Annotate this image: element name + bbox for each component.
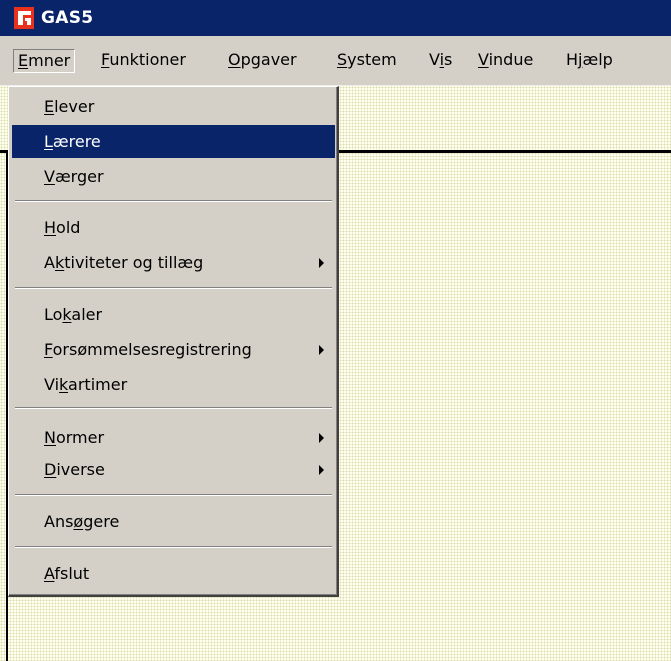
menu-system[interactable]: System [333,49,401,73]
mnemonic: V [44,167,55,186]
menu-separator [15,494,332,496]
menu-separator [15,546,332,548]
menu-item-lokaler[interactable]: Lokaler [12,298,335,331]
mnemonic: ø [73,512,84,531]
mnemonic: N [44,428,56,447]
menu-separator [15,287,332,289]
mnemonic: D [44,460,57,479]
submenu-arrow-icon [319,433,324,443]
menu-item-diverse[interactable]: Diverse [12,453,335,486]
menu-item-elever[interactable]: Elever [12,90,335,123]
submenu-arrow-icon [319,345,324,355]
mnemonic: A [44,564,55,583]
menu-item-forsoemmelsesregistrering[interactable]: Forsømmelsesregistrering [12,333,335,366]
mnemonic: L [44,132,53,151]
mnemonic: E [18,51,29,70]
menu-item-vikartimer[interactable]: Vikartimer [12,368,335,401]
menu-bar: Emner Funktioner Opgaver System Vis Vind… [0,36,671,86]
mnemonic: O [228,50,241,69]
menu-emner[interactable]: Emner [13,49,76,73]
window-title: GAS5 [41,8,94,28]
title-bar: GAS5 [0,0,671,36]
mnemonic: S [337,50,348,69]
menu-funktioner[interactable]: Funktioner [97,49,190,73]
mnemonic: V [478,50,489,69]
menu-item-normer[interactable]: Normer [12,421,335,454]
menu-item-aktiviteter-og-tillaeg[interactable]: Aktiviteter og tillæg [12,246,335,279]
emner-dropdown-menu: Elever Lærere Værger Hold Aktiviteter og… [8,86,339,597]
mnemonic: F [44,340,53,359]
mnemonic: k [54,253,65,272]
menu-item-afslut[interactable]: Afslut [12,557,335,590]
menu-item-hold[interactable]: Hold [12,211,335,244]
menu-item-vaerger[interactable]: Værger [12,160,335,193]
menu-separator [15,407,332,409]
mnemonic: k [59,375,69,394]
gas-logo-icon [14,7,34,29]
submenu-arrow-icon [319,465,324,475]
menu-opgaver[interactable]: Opgaver [224,49,301,73]
menu-vis[interactable]: Vis [425,49,456,73]
menu-hjaelp[interactable]: Hjælp [562,49,617,73]
submenu-arrow-icon [319,258,324,268]
menu-vindue[interactable]: Vindue [474,49,537,73]
mnemonic: H [44,218,57,237]
menu-item-laerere[interactable]: Lærere [12,125,335,158]
menu-item-ansoegere[interactable]: Ansøgere [12,505,335,538]
mnemonic: E [44,97,55,116]
menu-separator [15,200,332,202]
